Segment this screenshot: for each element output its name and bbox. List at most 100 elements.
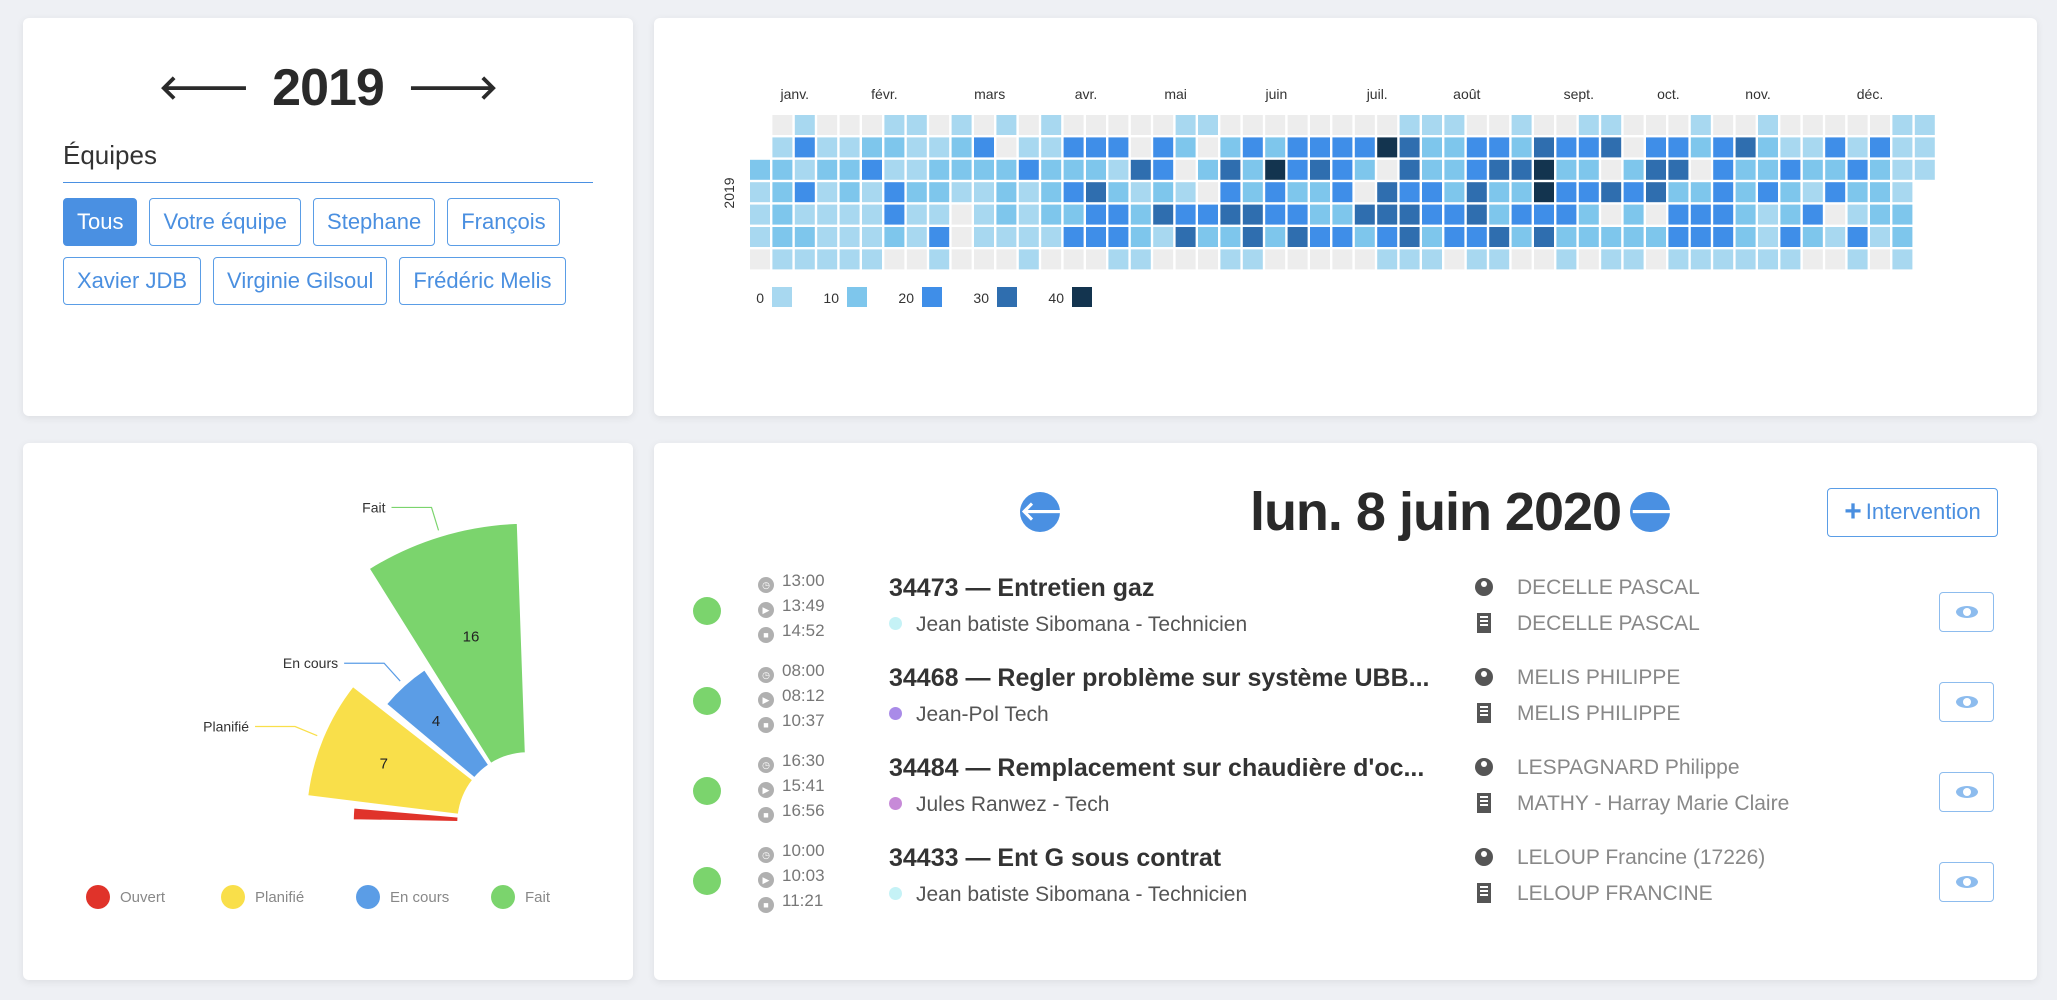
heatmap-cell [951, 182, 972, 203]
heatmap-cell [1265, 182, 1286, 203]
heatmap-cell [794, 115, 815, 135]
heatmap-cell [1198, 249, 1218, 270]
eye-icon [1956, 696, 1978, 708]
heatmap-cell [929, 204, 950, 225]
activity-heatmap-card: 2019 janv. févr. mars avr. mai juin juil. août se… [654, 18, 2037, 416]
heatmap-cell [1780, 159, 1801, 180]
heatmap-cell [1489, 159, 1510, 180]
times-column: ◷ 16:30 ▶ 15:41 ■ 16:56 [758, 748, 825, 823]
heatmap-cell [1377, 249, 1398, 270]
legend-label: Fait [525, 889, 551, 906]
teams-divider [63, 182, 593, 183]
site-name: MATHY - Harray Marie Claire [1517, 792, 1790, 815]
heatmap-cell [1735, 182, 1756, 203]
view-intervention-button[interactable] [1939, 682, 1994, 722]
add-intervention-button[interactable]: + Intervention [1827, 488, 1998, 537]
heatmap-cell [1220, 204, 1241, 225]
heatmap-cell [1511, 159, 1532, 180]
heatmap-cell [1511, 115, 1532, 135]
client-name: LELOUP Francine (17226) [1517, 846, 1766, 869]
heatmap-month-label: mars [974, 86, 1005, 102]
heatmap-cell [1399, 159, 1420, 180]
play-icon: ▶ [758, 782, 774, 798]
heatmap-cell [750, 182, 770, 203]
heatmap-cell [1466, 115, 1487, 135]
heatmap-cell [1242, 159, 1263, 180]
heatmap-cell [1668, 137, 1689, 158]
heatmap-legend-label: 20 [898, 290, 914, 306]
team-button-virginie-gilsoul[interactable]: Virginie Gilsoul [213, 257, 388, 305]
heatmap-cell [1018, 227, 1039, 247]
heatmap-cell [1086, 137, 1106, 158]
heatmap-cell [1489, 204, 1510, 225]
heatmap-cell [1422, 159, 1442, 180]
heatmap-legend-label: 40 [1048, 290, 1064, 306]
heatmap-cell [1041, 249, 1062, 270]
heatmap-cell [1310, 249, 1330, 270]
heatmap-cell [862, 204, 882, 225]
prev-year-arrow-icon[interactable]: 🡐 [149, 69, 259, 107]
heatmap-cell [1108, 182, 1129, 203]
legend-swatch-fait[interactable] [491, 885, 515, 909]
heatmap-cell [1466, 182, 1487, 203]
team-button-tous[interactable]: Tous [63, 198, 138, 246]
heatmap-cell [1220, 227, 1241, 247]
view-intervention-button[interactable] [1939, 772, 1994, 812]
heatmap-cell [1825, 182, 1846, 203]
pie-data-label: 7 [380, 755, 388, 772]
heatmap-cell [1332, 182, 1353, 203]
heatmap-cell [1556, 115, 1577, 135]
view-intervention-button[interactable] [1939, 592, 1994, 632]
legend-swatch-en-cours[interactable] [356, 885, 380, 909]
view-intervention-button[interactable] [1939, 862, 1994, 902]
heatmap-cell [1310, 159, 1330, 180]
heatmap-cell [1601, 227, 1622, 247]
pie-callout-label: Planifié [203, 719, 249, 735]
heatmap-cell [1220, 115, 1241, 135]
heatmap-cell [1713, 227, 1734, 247]
next-year-arrow-icon[interactable]: 🡒 [397, 69, 507, 107]
intervention-title[interactable]: 34484 — Remplacement sur chaudière d'oc.… [889, 754, 1469, 783]
team-button-stephane[interactable]: Stephane [313, 198, 436, 246]
team-button-xavier-jdb[interactable]: Xavier JDB [63, 257, 202, 305]
heatmap-cell [1534, 249, 1554, 270]
heatmap-cell [1332, 137, 1353, 158]
heatmap-cell [1534, 204, 1554, 225]
legend-swatch-ouvert[interactable] [86, 885, 110, 909]
heatmap-cell [1220, 182, 1241, 203]
heatmap-month-label: mai [1164, 86, 1187, 102]
heatmap-cell [1556, 204, 1577, 225]
heatmap-cell [1892, 227, 1913, 247]
heatmap-cell [1444, 227, 1465, 247]
heatmap-cell [906, 115, 927, 135]
team-button-votre-equipe[interactable]: Votre équipe [149, 198, 302, 246]
intervention-title[interactable]: 34473 — Entretien gaz [889, 574, 1469, 603]
intervention-title[interactable]: 34468 — Regler problème sur système UBB.… [889, 664, 1469, 693]
heatmap-cell [1802, 204, 1823, 225]
legend-swatch-planifié[interactable] [221, 885, 245, 909]
heatmap-cell [839, 137, 860, 158]
technician-color-dot [889, 797, 902, 810]
heatmap-cell [1713, 115, 1734, 135]
play-icon: ▶ [758, 872, 774, 888]
heatmap-cell [862, 227, 882, 247]
heatmap-cell [929, 249, 950, 270]
heatmap-cell [772, 249, 793, 270]
status-dot [693, 777, 721, 805]
heatmap-cell [974, 227, 994, 247]
heatmap-cell [1780, 182, 1801, 203]
next-day-button[interactable]: 🡒 [1630, 492, 1700, 532]
heatmap-cell [906, 159, 927, 180]
building-icon [1477, 703, 1491, 723]
heatmap-cell [1153, 182, 1174, 203]
intervention-title[interactable]: 34433 — Ent G sous contrat [889, 844, 1469, 873]
team-button-frederic-melis[interactable]: Frédéric Melis [399, 257, 566, 305]
heatmap-month-label: juin [1265, 86, 1288, 102]
site-name: LELOUP FRANCINE [1517, 882, 1713, 905]
heatmap-cell [1489, 227, 1510, 247]
heatmap-cell [1422, 137, 1442, 158]
team-button-francois[interactable]: François [447, 198, 560, 246]
user-icon [1475, 758, 1493, 776]
technician-color-dot [889, 617, 902, 630]
pie-callout-line [255, 725, 318, 737]
